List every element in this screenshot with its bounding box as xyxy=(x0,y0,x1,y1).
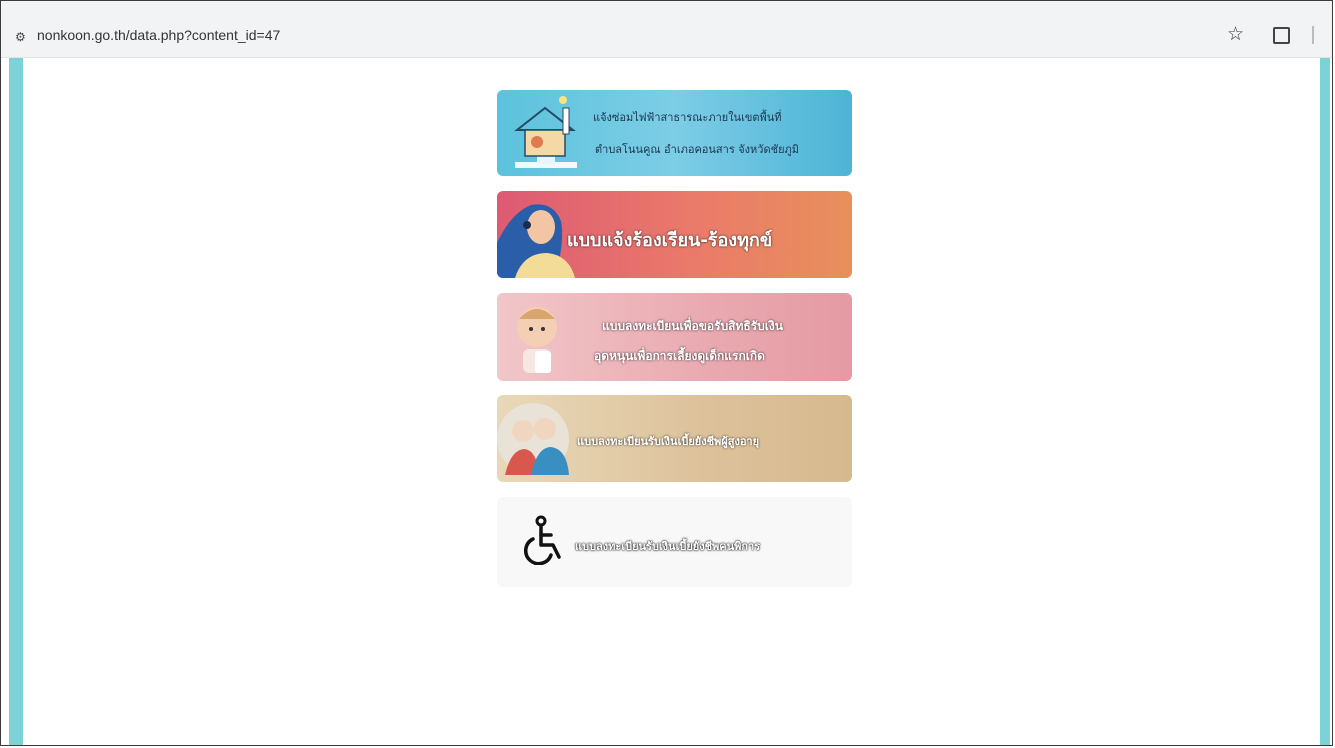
banner-4-title: แบบลงทะเบียนรับเงินเบี้ยยังชีพผู้สูงอายุ xyxy=(577,435,760,448)
url-text[interactable]: nonkoon.go.th/data.php?content_id=47 xyxy=(37,27,280,43)
right-accent-strip xyxy=(1320,58,1330,745)
banner-report-streetlight[interactable]: แจ้งซ่อมไฟฟ้าสาธารณะภายในเขตพื้นที่ ตำบล… xyxy=(497,90,852,176)
banner-newborn-subsidy[interactable]: แบบลงทะเบียนเพื่อขอรับสิทธิรับเงิน อุดหน… xyxy=(497,293,852,381)
banner-5-title: แบบลงทะเบียนรับเงินเบี้ยยังชีพคนพิการ xyxy=(575,540,761,553)
puzzle-icon[interactable] xyxy=(1273,27,1290,44)
tune-icon[interactable]: ⚙ xyxy=(15,30,26,44)
address-bar: ⚙ nonkoon.go.th/data.php?content_id=47 ☆ xyxy=(1,1,1332,58)
house-lightbulb-icon xyxy=(514,96,577,168)
call-center-woman-icon xyxy=(497,204,575,278)
left-accent-strip xyxy=(9,58,23,745)
banner-2-title: แบบแจ้งร้องเรียน-ร้องทุกข์ xyxy=(567,230,773,251)
baby-icon xyxy=(517,307,557,373)
banner-disability-allowance[interactable]: แบบลงทะเบียนรับเงินเบี้ยยังชีพคนพิการ xyxy=(497,497,852,587)
elderly-couple-icon xyxy=(497,403,569,475)
banner-elderly-allowance[interactable]: แบบลงทะเบียนรับเงินเบี้ยยังชีพผู้สูงอายุ xyxy=(497,395,852,482)
star-icon[interactable]: ☆ xyxy=(1227,23,1244,45)
banner-1-line-2: ตำบลโนนคูณ อำเภอคอนสาร จังหวัดชัยภูมิ xyxy=(595,143,800,156)
browser-window: ⚙ nonkoon.go.th/data.php?content_id=47 ☆… xyxy=(0,0,1333,746)
wheelchair-icon xyxy=(524,515,561,565)
divider xyxy=(1312,26,1314,44)
banner-1-line-1: แจ้งซ่อมไฟฟ้าสาธารณะภายในเขตพื้นที่ xyxy=(593,111,782,124)
banner-3-line-1: แบบลงทะเบียนเพื่อขอรับสิทธิรับเงิน xyxy=(602,319,783,333)
banner-complaint-form[interactable]: แบบแจ้งร้องเรียน-ร้องทุกข์ xyxy=(497,191,852,278)
banner-3-line-2: อุดหนุนเพื่อการเลี้ยงดูเด็กแรกเกิด xyxy=(594,349,765,363)
